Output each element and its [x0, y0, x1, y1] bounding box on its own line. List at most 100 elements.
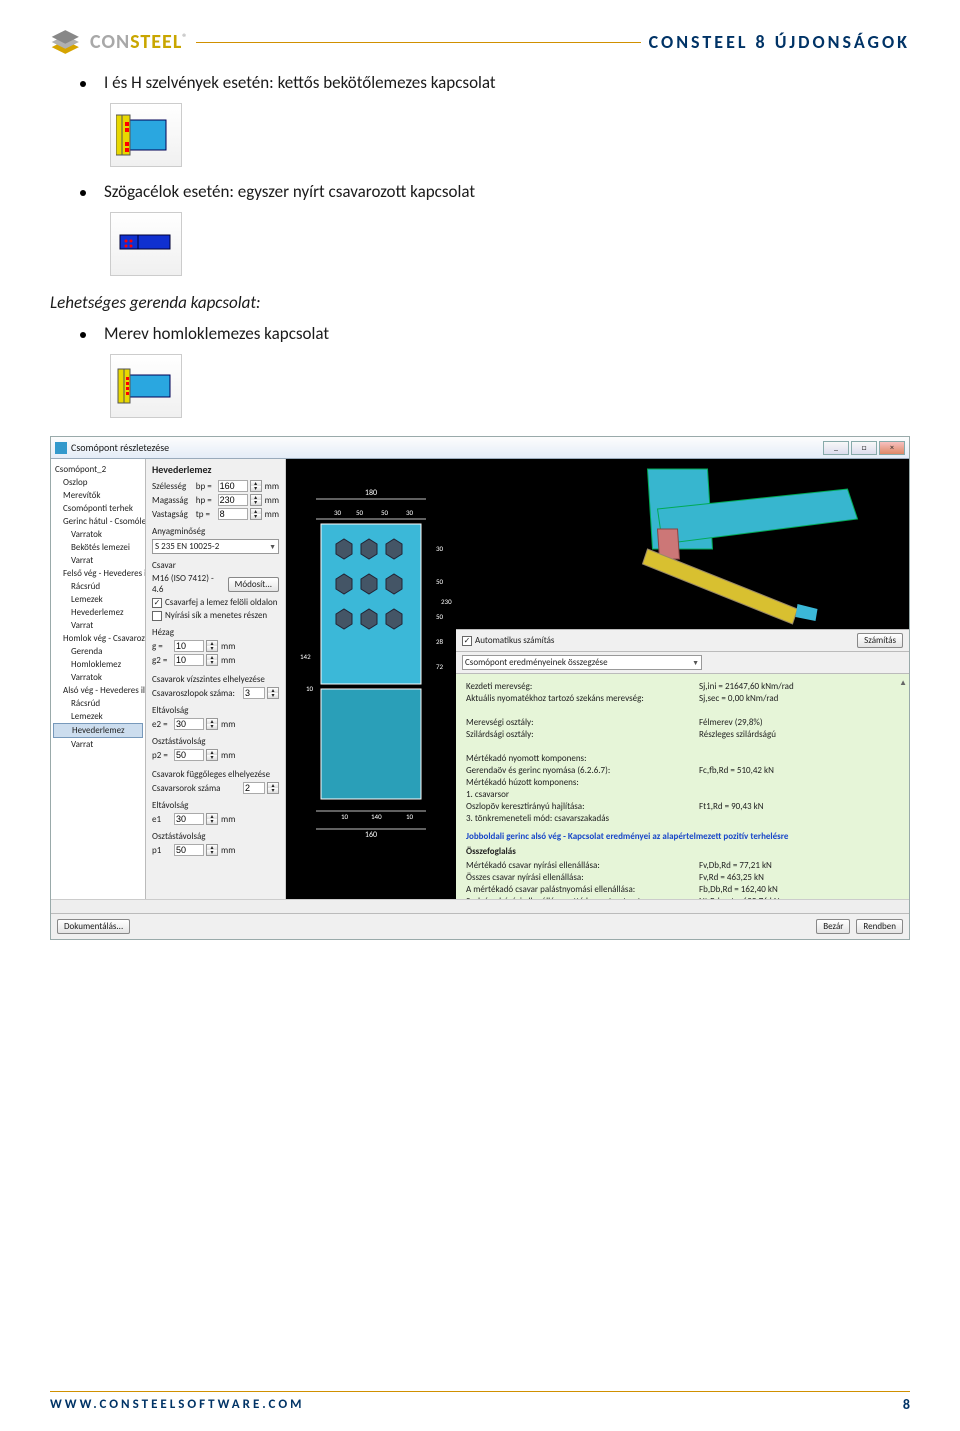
bolt-label: Csavar — [152, 560, 279, 571]
tree-item[interactable]: Csomóponti terhek — [53, 502, 143, 515]
3d-viewport[interactable] — [456, 459, 909, 629]
result-line: Szilárdsági osztály: — [466, 729, 669, 740]
p1-input[interactable] — [174, 844, 204, 856]
result-line: Oszlopöv keresztirányú hajlítása: — [466, 801, 669, 812]
tree-item[interactable]: Felső vég - Hevederes ill — [53, 567, 143, 580]
autocalc-checkbox[interactable]: ✓Automatikus számítás — [462, 635, 554, 646]
result-line: Fv,Db,Rd = 77,21 kN — [699, 860, 899, 871]
g-input[interactable] — [174, 640, 204, 652]
2d-diagram: 180 30505030 — [286, 459, 456, 899]
spinner-icon[interactable]: ▴▾ — [206, 654, 218, 666]
result-section-heading: Jobboldali gerinc alsó vég - Kapcsolat e… — [466, 831, 899, 842]
spinner-icon[interactable]: ▴▾ — [267, 782, 279, 794]
result-line — [699, 789, 899, 800]
dim-input[interactable] — [218, 494, 248, 506]
svg-text:28: 28 — [436, 637, 444, 646]
result-line — [699, 813, 899, 824]
cols-input[interactable] — [243, 687, 265, 699]
grade-label: Anyagminőség — [152, 526, 279, 537]
dim-input[interactable] — [218, 480, 248, 492]
header-rule — [196, 42, 640, 43]
horizontal-scrollbar[interactable] — [51, 899, 909, 913]
spinner-icon[interactable]: ▴▾ — [267, 687, 279, 699]
p2-input[interactable] — [174, 749, 204, 761]
tree-item[interactable]: Homlok vég - Csavarozo — [53, 632, 143, 645]
spinner-icon[interactable]: ▴▾ — [250, 494, 262, 506]
result-line: Részleges szilárdságú — [699, 729, 899, 740]
result-line: Ft1,Rd = 90,43 kN — [699, 801, 899, 812]
result-line: Összes csavar nyírási ellenállása: — [466, 872, 669, 883]
results-panel[interactable]: Kezdeti merevség:Aktuális nyomatékhoz ta… — [456, 674, 909, 899]
dim-input[interactable] — [218, 508, 248, 520]
tree-item[interactable]: Gerenda — [53, 645, 143, 658]
logo-mark-icon — [50, 30, 84, 54]
spinner-icon[interactable]: ▴▾ — [250, 480, 262, 492]
close-button[interactable]: × — [879, 441, 905, 455]
result-line: A mértékadó csavar palástnyomási ellenál… — [466, 884, 669, 895]
tree-item[interactable]: Hevederlemez — [53, 723, 143, 738]
e1-input[interactable] — [174, 813, 204, 825]
tree-item[interactable]: Alsó vég - Hevederes ille — [53, 684, 143, 697]
thumb-endplate — [110, 354, 182, 418]
tree-item[interactable]: Varrat — [53, 738, 143, 751]
tree-item[interactable]: Lemezek — [53, 710, 143, 723]
ok-button[interactable]: Rendben — [856, 919, 903, 934]
tree-item[interactable]: Csomópont_2 — [53, 463, 143, 476]
result-line: Mértékadó nyomott komponens: — [466, 753, 669, 764]
tree-item[interactable]: Oszlop — [53, 476, 143, 489]
tree-item[interactable]: Varrat — [53, 554, 143, 567]
tree-item[interactable]: Varrat — [53, 619, 143, 632]
dialog-screenshot: Csomópont részletezése _ □ × Csomópont_2… — [50, 436, 910, 940]
tree-item[interactable]: Gerinc hátul - Csomólemezes — [53, 515, 143, 528]
tree-item[interactable]: Bekötés lemezei — [53, 541, 143, 554]
minimize-button[interactable]: _ — [823, 441, 849, 455]
bullet-2-text: Szögacélok esetén: egyszer nyírt csavaro… — [104, 181, 475, 202]
calculate-button[interactable]: Számítás — [857, 633, 903, 648]
close-dialog-button[interactable]: Bezár — [816, 919, 850, 934]
tree-panel[interactable]: Csomópont_2OszlopMerevítőkCsomóponti ter… — [51, 459, 146, 899]
tree-item[interactable]: Lemezek — [53, 593, 143, 606]
shear-plane-checkbox[interactable]: Nyírási sík a menetes részen — [152, 610, 279, 621]
result-view-select[interactable]: Csomópont eredményeinek összegzése▼ — [462, 655, 702, 670]
scroll-up-icon[interactable]: ▲ — [899, 678, 907, 688]
grade-select[interactable]: S 235 EN 10025-2▼ — [152, 539, 279, 554]
thumb-angle-bolt — [110, 212, 182, 276]
tree-item[interactable]: Rácsrúd — [53, 580, 143, 593]
result-line — [466, 705, 669, 716]
svg-text:142: 142 — [300, 652, 311, 661]
spinner-icon[interactable]: ▴▾ — [206, 640, 218, 652]
result-line: Fc,fb,Rd = 510,42 kN — [699, 765, 899, 776]
svg-text:30: 30 — [334, 508, 342, 517]
thumb-double-plate — [110, 103, 182, 167]
bullet-icon — [80, 332, 86, 338]
tree-item[interactable]: Hevederlemez — [53, 606, 143, 619]
page-footer: WWW.CONSTEELSOFTWARE.COM 8 — [50, 1391, 910, 1413]
rows-input[interactable] — [243, 782, 265, 794]
tree-item[interactable]: Varratok — [53, 671, 143, 684]
tree-item[interactable]: Varratok — [53, 528, 143, 541]
spinner-icon[interactable]: ▴▾ — [206, 749, 218, 761]
tree-item[interactable]: Rácsrúd — [53, 697, 143, 710]
document-content: I és H szelvények esetén: kettős bekötől… — [50, 72, 910, 940]
tree-item[interactable]: Merevítők — [53, 489, 143, 502]
g2-input[interactable] — [174, 654, 204, 666]
spinner-icon[interactable]: ▴▾ — [206, 718, 218, 730]
document-button[interactable]: Dokumentálás... — [57, 919, 130, 934]
spinner-icon[interactable]: ▴▾ — [206, 813, 218, 825]
tree-item[interactable]: Homloklemez — [53, 658, 143, 671]
svg-text:72: 72 — [436, 662, 444, 671]
maximize-button[interactable]: □ — [851, 441, 877, 455]
svg-text:50: 50 — [436, 577, 444, 586]
dialog-footer: Dokumentálás... Bezár Rendben — [51, 913, 909, 939]
logo-text-steel: STEEL — [130, 30, 182, 54]
modify-button[interactable]: Módosít... — [228, 577, 279, 592]
e2-input[interactable] — [174, 718, 204, 730]
bullet-icon — [80, 81, 86, 87]
result-line: Sj,ini = 21647,60 kNm/rad — [699, 681, 899, 692]
spinner-icon[interactable]: ▴▾ — [250, 508, 262, 520]
result-line: 1. csavarsor — [466, 789, 669, 800]
bolt-head-side-checkbox[interactable]: ✓Csavarfej a lemez felöli oldalon — [152, 597, 279, 608]
spinner-icon[interactable]: ▴▾ — [206, 844, 218, 856]
bullet-1: I és H szelvények esetén: kettős bekötől… — [80, 72, 910, 93]
result-line: 3. tönkremeneteli mód: csavarszakadás — [466, 813, 669, 824]
